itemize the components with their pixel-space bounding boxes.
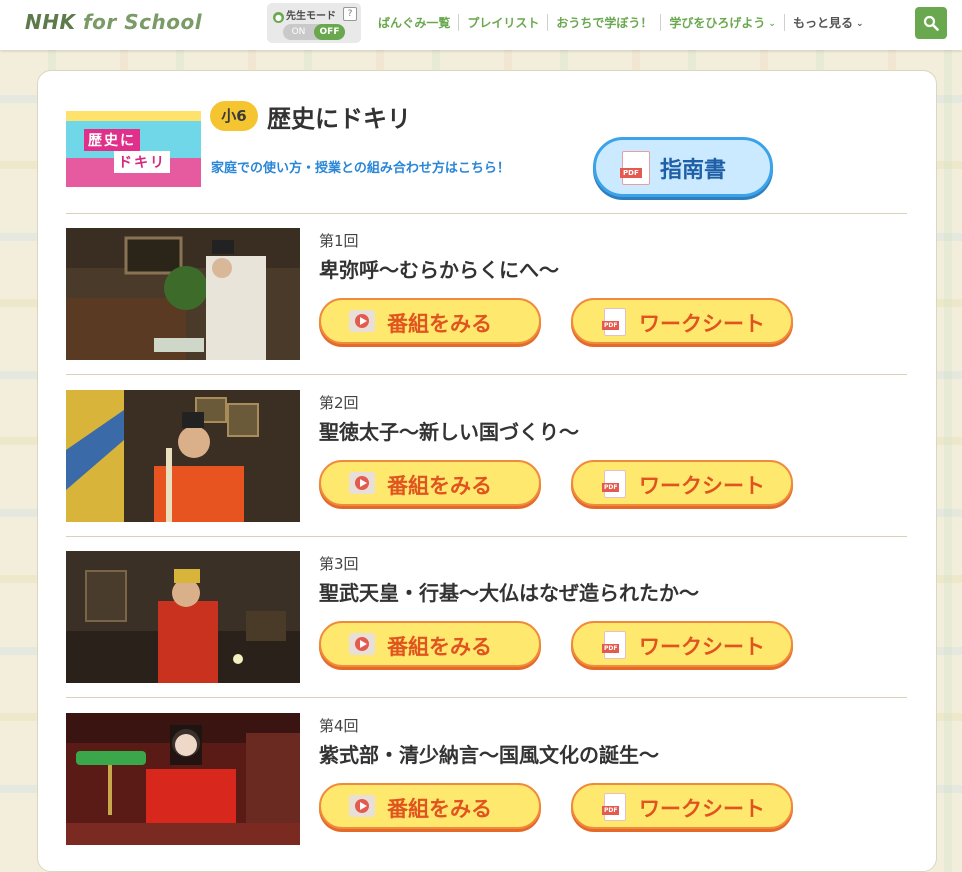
teacher-mode-help-icon[interactable]: ?: [343, 7, 357, 21]
nav-program-list[interactable]: ばんぐみ一覧: [378, 14, 458, 31]
banner-text-2: ドキリ: [114, 151, 170, 173]
guide-pdf-button[interactable]: PDF 指南書: [593, 137, 773, 197]
worksheet-button-label: ワークシート: [639, 797, 765, 821]
episode-number: 第2回: [319, 394, 359, 412]
play-icon: [349, 310, 375, 332]
divider: [66, 697, 907, 698]
search-icon: [923, 15, 939, 31]
episode-row: 第4回 紫式部・清少納言～国風文化の誕生～ 番組をみる PDF ワークシート: [66, 713, 907, 845]
guide-link[interactable]: 家庭での使い方・授業との組み合わせ方はこちら！: [211, 157, 510, 176]
grade-badge: 小6: [210, 101, 258, 131]
pdf-icon: PDF: [602, 793, 626, 821]
episode-thumbnail[interactable]: [66, 551, 300, 683]
banner-text-1: 歴史に: [84, 129, 140, 151]
watch-program-button[interactable]: 番組をみる: [319, 621, 541, 667]
episode-number: 第3回: [319, 555, 359, 573]
teacher-mode-panel: ● 先生モード ? ON OFF: [267, 3, 361, 43]
watch-program-button[interactable]: 番組をみる: [319, 298, 541, 344]
episode-thumbnail[interactable]: [66, 713, 300, 845]
logo-nhk: NHK: [25, 10, 76, 34]
worksheet-button-label: ワークシート: [639, 474, 765, 498]
episode-row: 第1回 卑弥呼～むらからくにへ～ 番組をみる PDF ワークシート: [66, 228, 907, 360]
divider: [66, 374, 907, 375]
worksheet-button[interactable]: PDF ワークシート: [571, 783, 793, 829]
teacher-mode-toggle[interactable]: ON OFF: [283, 24, 345, 40]
watch-button-label: 番組をみる: [387, 635, 492, 659]
play-icon: [349, 633, 375, 655]
play-icon: [349, 472, 375, 494]
series-banner-image[interactable]: 歴史に ドキリ: [66, 111, 201, 187]
search-button[interactable]: [915, 7, 947, 39]
pdf-icon: PDF: [620, 151, 650, 185]
worksheet-button[interactable]: PDF ワークシート: [571, 298, 793, 344]
episode-number: 第4回: [319, 717, 359, 735]
divider: [66, 536, 907, 537]
episode-title[interactable]: 聖武天皇・行基～大仏はなぜ造られたか～: [319, 577, 699, 606]
episode-thumbnail[interactable]: [66, 390, 300, 522]
watch-program-button[interactable]: 番組をみる: [319, 460, 541, 506]
toggle-on-label: ON: [291, 27, 306, 37]
nav-expand-learning[interactable]: 学びをひろげよう ⌄: [660, 13, 784, 31]
nav-learn-at-home[interactable]: おうちで学ぼう！: [547, 13, 660, 31]
nhk-for-school-logo[interactable]: NHK for School: [25, 10, 202, 34]
banner-stripe: [66, 111, 201, 121]
watch-button-label: 番組をみる: [387, 312, 492, 336]
episode-number: 第1回: [319, 232, 359, 250]
worksheet-button[interactable]: PDF ワークシート: [571, 460, 793, 506]
nav-playlist[interactable]: プレイリスト: [458, 13, 547, 31]
teacher-mode-label: ● 先生モード: [273, 11, 336, 23]
pdf-icon: PDF: [602, 631, 626, 659]
play-icon: [349, 795, 375, 817]
episode-thumbnail[interactable]: [66, 228, 300, 360]
series-title: 歴史にドキリ: [267, 105, 411, 133]
episode-title[interactable]: 卑弥呼～むらからくにへ～: [319, 254, 559, 283]
episode-title[interactable]: 聖徳太子～新しい国づくり～: [319, 416, 579, 445]
chevron-down-icon: ⌄: [768, 18, 776, 29]
episode-row: 第2回 聖徳太子～新しい国づくり～ 番組をみる PDF ワークシート: [66, 390, 907, 522]
guide-button-label: 指南書: [660, 158, 727, 183]
worksheet-button[interactable]: PDF ワークシート: [571, 621, 793, 667]
logo-for-school: for School: [82, 10, 203, 34]
teacher-icon: ●: [273, 12, 284, 23]
worksheet-button-label: ワークシート: [639, 635, 765, 659]
episode-row: 第3回 聖武天皇・行基～大仏はなぜ造られたか～ 番組をみる PDF ワークシート: [66, 551, 907, 683]
episode-title[interactable]: 紫式部・清少納言～国風文化の誕生～: [319, 739, 659, 768]
pdf-icon: PDF: [602, 470, 626, 498]
main-nav: ばんぐみ一覧 プレイリスト おうちで学ぼう！ 学びをひろげよう ⌄ もっと見る ⌄: [378, 13, 872, 31]
watch-button-label: 番組をみる: [387, 797, 492, 821]
pdf-icon: PDF: [602, 308, 626, 336]
worksheet-button-label: ワークシート: [639, 312, 765, 336]
top-bar: NHK for School ● 先生モード ? ON OFF ばんぐみ一覧 プレ…: [0, 0, 962, 50]
divider: [66, 213, 907, 214]
toggle-off-label: OFF: [314, 24, 345, 40]
watch-button-label: 番組をみる: [387, 474, 492, 498]
watch-program-button[interactable]: 番組をみる: [319, 783, 541, 829]
chevron-down-icon: ⌄: [855, 18, 864, 29]
nav-more[interactable]: もっと見る ⌄: [783, 13, 872, 31]
